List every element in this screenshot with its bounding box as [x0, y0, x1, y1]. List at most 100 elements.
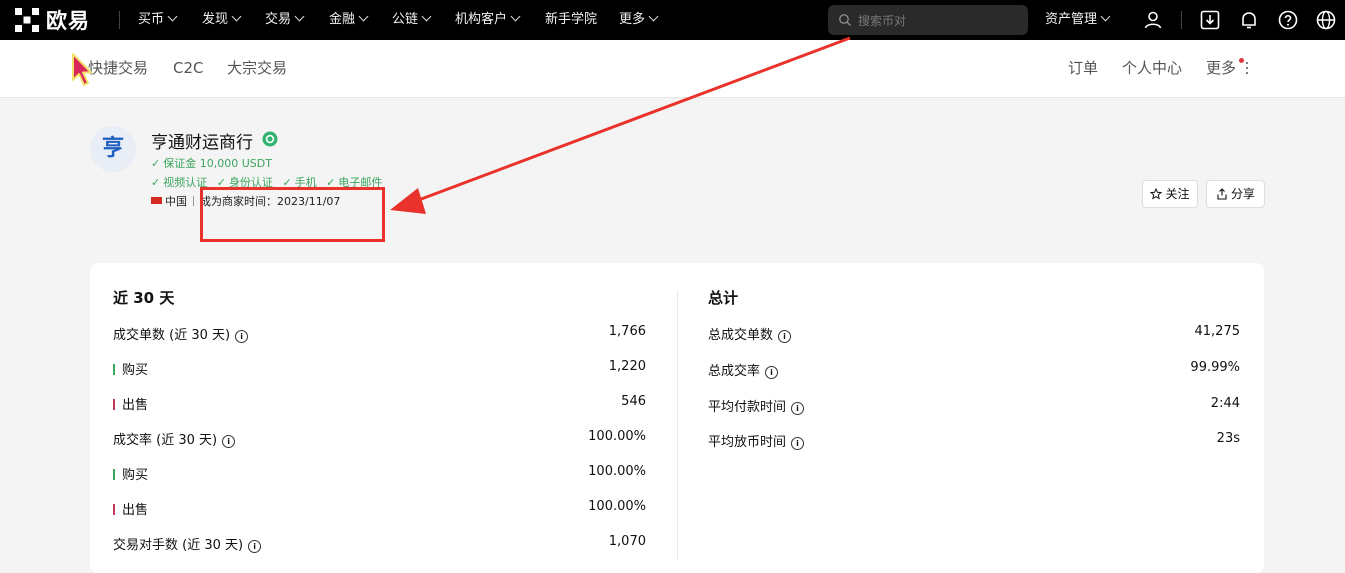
stat-value-total-completion: 99.99% [1190, 360, 1240, 375]
nav-label: 公链 [392, 12, 419, 27]
subnav-block-trade[interactable]: 大宗交易 [227, 40, 287, 97]
sell-indicator [113, 399, 115, 410]
nav-buy-crypto[interactable]: 买币 [138, 0, 178, 40]
stat-value-avg-pay-time: 2:44 [1210, 396, 1240, 411]
chevron-down-icon [358, 11, 369, 22]
okx-logo-icon [15, 8, 39, 32]
buy-indicator [113, 364, 115, 375]
stat-label-avg-pay-time: 平均付款时间 i [708, 396, 805, 415]
search-box[interactable] [828, 5, 1028, 37]
buy-indicator [113, 469, 115, 480]
stat-label-text: 总成交单数 [708, 328, 774, 343]
stat-label-completion-30d: 成交率 (近 30 天) i [113, 429, 236, 448]
stat-value-sell-rate: 100.00% [588, 499, 646, 514]
stat-value-buy-orders: 1,220 [608, 359, 646, 374]
china-flag-icon [151, 197, 162, 204]
help-icon[interactable] [1277, 9, 1299, 31]
bell-icon[interactable] [1238, 9, 1260, 31]
subnav-more[interactable]: 更多 [1206, 40, 1236, 97]
stat-label-avg-release-time: 平均放币时间 i [708, 431, 805, 450]
highlight-box [200, 187, 385, 242]
info-icon[interactable]: i [222, 435, 236, 448]
nav-label: 买币 [138, 12, 165, 27]
subnav-orders[interactable]: 订单 [1068, 40, 1098, 97]
globe-icon[interactable] [1315, 9, 1337, 31]
user-icon[interactable] [1142, 9, 1164, 31]
stat-label-text: 成交单数 (近 30 天) [113, 328, 231, 343]
share-button[interactable]: 分享 [1206, 180, 1265, 208]
info-icon[interactable]: i [791, 437, 805, 450]
stat-label-text: 购买 [122, 468, 149, 483]
chevron-down-icon [421, 11, 432, 22]
deposit-line: ✓ 保证金 10,000 USDT [151, 155, 272, 171]
stat-label-total-completion: 总成交率 i [708, 360, 779, 379]
nav-label: 新手学院 [545, 12, 598, 27]
merchant-country: 中国 [165, 195, 187, 208]
download-icon[interactable] [1199, 9, 1221, 31]
info-icon[interactable]: i [235, 330, 249, 343]
search-input[interactable] [856, 5, 1025, 37]
stat-label-counterparties-30d: 交易对手数 (近 30 天) i [113, 534, 262, 553]
subnav-profile[interactable]: 个人中心 [1122, 40, 1182, 97]
nav-label: 机构客户 [455, 12, 508, 27]
stat-label-text: 成交率 (近 30 天) [113, 433, 218, 448]
subnav-c2c[interactable]: C2C [173, 40, 204, 97]
info-icon[interactable]: i [765, 366, 779, 379]
nav-asset-management[interactable]: 资产管理 [1045, 0, 1111, 40]
star-icon [1150, 187, 1163, 200]
nav-institutional[interactable]: 机构客户 [455, 0, 521, 40]
info-icon[interactable]: i [778, 330, 792, 343]
search-icon [839, 14, 851, 26]
column-divider [677, 290, 678, 560]
verified-badge-icon [262, 131, 278, 147]
chevron-down-icon [231, 11, 242, 22]
stat-label-buy: 购买 [113, 359, 148, 378]
nav-chain[interactable]: 公链 [392, 0, 432, 40]
merchant-name: 亨通财运商行 [151, 133, 253, 153]
chevron-down-icon [294, 11, 305, 22]
stat-label-sell: 出售 [113, 499, 148, 518]
follow-label: 关注 [1165, 187, 1190, 201]
stat-value-orders-30d: 1,766 [608, 324, 646, 339]
top-navigation-bar: 欧易 买币 发现 交易 金融 公链 机构客户 新手学院 更多 资产管理 [0, 0, 1345, 40]
stat-label-total-orders: 总成交单数 i [708, 324, 792, 343]
follow-button[interactable]: 关注 [1142, 180, 1198, 208]
info-icon[interactable]: i [791, 402, 805, 415]
stat-label-text: 平均付款时间 [708, 400, 787, 415]
stat-label-text: 出售 [122, 503, 149, 518]
nav-academy[interactable]: 新手学院 [545, 0, 597, 40]
stat-label-orders-30d: 成交单数 (近 30 天) i [113, 324, 249, 343]
nav-more[interactable]: 更多 [619, 0, 659, 40]
chevron-down-icon [1100, 11, 1111, 22]
nav-divider [1181, 11, 1182, 29]
stat-label-sell: 出售 [113, 394, 148, 413]
mouse-cursor-icon [72, 53, 92, 86]
more-vertical-icon[interactable] [1245, 62, 1249, 76]
brand-logo[interactable]: 欧易 [14, 7, 90, 33]
check-icon: ✓ [151, 157, 161, 170]
chevron-down-icon [167, 11, 178, 22]
stat-value-total-orders: 41,275 [1194, 324, 1241, 339]
nav-label: 资产管理 [1045, 12, 1098, 27]
stat-value-completion-30d: 100.00% [588, 429, 646, 444]
deposit-text: 保证金 10,000 USDT [163, 157, 272, 170]
brand-name: 欧易 [46, 9, 90, 33]
stat-value-sell-orders: 546 [621, 394, 646, 409]
check-icon: ✓ [151, 176, 161, 189]
separator [193, 196, 194, 206]
stat-label-text: 平均放币时间 [708, 435, 787, 450]
stat-label-text: 购买 [122, 363, 149, 378]
nav-divider [119, 11, 120, 29]
nav-label: 发现 [202, 12, 229, 27]
nav-discover[interactable]: 发现 [202, 0, 242, 40]
subnav-quick-trade[interactable]: 快捷交易 [88, 40, 148, 97]
stat-value-buy-rate: 100.00% [588, 464, 646, 479]
share-label: 分享 [1230, 187, 1255, 201]
nav-trade[interactable]: 交易 [265, 0, 305, 40]
stats-total-title: 总计 [708, 289, 739, 307]
stat-label-buy: 购买 [113, 464, 148, 483]
info-icon[interactable]: i [248, 540, 262, 553]
sell-indicator [113, 504, 115, 515]
notification-dot [1239, 58, 1244, 63]
nav-finance[interactable]: 金融 [329, 0, 369, 40]
